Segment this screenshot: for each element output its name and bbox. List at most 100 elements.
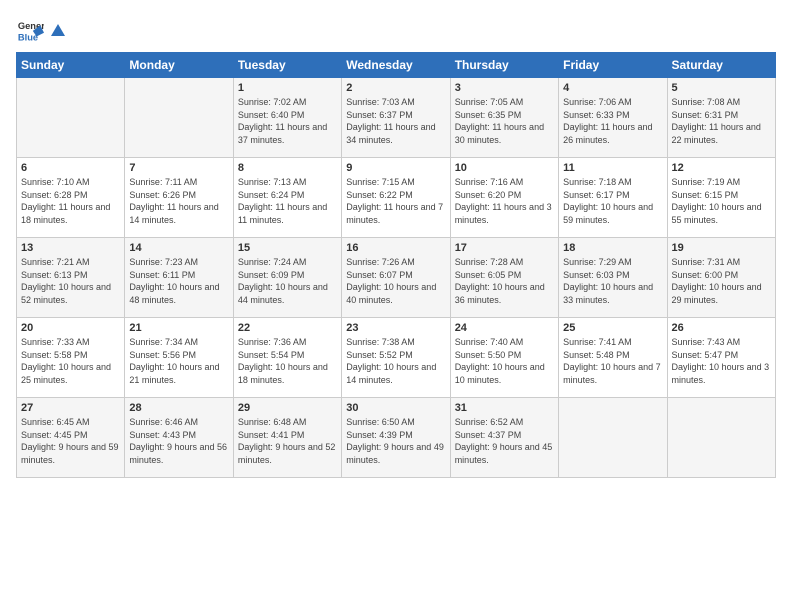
calendar-cell: 10 Sunrise: 7:16 AMSunset: 6:20 PMDayligh… <box>450 158 558 238</box>
calendar-cell <box>667 398 775 478</box>
calendar-cell: 27 Sunrise: 6:45 AMSunset: 4:45 PMDayligh… <box>17 398 125 478</box>
calendar-cell: 18 Sunrise: 7:29 AMSunset: 6:03 PMDayligh… <box>559 238 667 318</box>
calendar-cell: 12Sunrise: 7:19 AMSunset: 6:15 PMDayligh… <box>667 158 775 238</box>
day-info: Sunrise: 7:31 AMSunset: 6:00 PMDaylight:… <box>672 256 771 306</box>
calendar-cell: 5Sunrise: 7:08 AMSunset: 6:31 PMDaylight… <box>667 78 775 158</box>
calendar-cell: 28Sunrise: 6:46 AMSunset: 4:43 PMDayligh… <box>125 398 233 478</box>
day-number: 12 <box>672 162 771 174</box>
day-number: 19 <box>672 242 771 254</box>
day-info: Sunrise: 7:23 AMSunset: 6:11 PMDaylight:… <box>129 256 228 306</box>
day-number: 5 <box>672 82 771 94</box>
day-info: Sunrise: 7:41 AMSunset: 5:48 PMDaylight:… <box>563 336 662 386</box>
day-info: Sunrise: 7:15 AMSunset: 6:22 PMDaylight:… <box>346 176 445 226</box>
header-cell-wednesday: Wednesday <box>342 53 450 78</box>
day-number: 25 <box>563 322 662 334</box>
svg-text:Blue: Blue <box>18 32 38 42</box>
day-number: 20 <box>21 322 120 334</box>
header-cell-tuesday: Tuesday <box>233 53 341 78</box>
day-info: Sunrise: 7:21 AMSunset: 6:13 PMDaylight:… <box>21 256 120 306</box>
day-number: 8 <box>238 162 337 174</box>
calendar-cell: 9Sunrise: 7:15 AMSunset: 6:22 PMDaylight… <box>342 158 450 238</box>
logo-icon: General Blue <box>16 16 44 44</box>
day-info: Sunrise: 7:24 AMSunset: 6:09 PMDaylight:… <box>238 256 337 306</box>
day-info: Sunrise: 7:33 AMSunset: 5:58 PMDaylight:… <box>21 336 120 386</box>
day-info: Sunrise: 7:28 AMSunset: 6:05 PMDaylight:… <box>455 256 554 306</box>
day-info: Sunrise: 7:06 AMSunset: 6:33 PMDaylight:… <box>563 96 662 146</box>
calendar-header: SundayMondayTuesdayWednesdayThursdayFrid… <box>17 53 776 78</box>
calendar-cell: 3 Sunrise: 7:05 AMSunset: 6:35 PMDaylight… <box>450 78 558 158</box>
logo-triangle-icon <box>50 22 66 38</box>
calendar-cell: 21Sunrise: 7:34 AMSunset: 5:56 PMDayligh… <box>125 318 233 398</box>
calendar-cell: 23 Sunrise: 7:38 AMSunset: 5:52 PMDayligh… <box>342 318 450 398</box>
calendar-cell: 13Sunrise: 7:21 AMSunset: 6:13 PMDayligh… <box>17 238 125 318</box>
calendar-cell: 16Sunrise: 7:26 AMSunset: 6:07 PMDayligh… <box>342 238 450 318</box>
day-number: 4 <box>563 82 662 94</box>
day-number: 3 <box>455 82 554 94</box>
calendar-week-row: 13Sunrise: 7:21 AMSunset: 6:13 PMDayligh… <box>17 238 776 318</box>
calendar-cell: 19 Sunrise: 7:31 AMSunset: 6:00 PMDayligh… <box>667 238 775 318</box>
header-cell-monday: Monday <box>125 53 233 78</box>
calendar-cell: 11 Sunrise: 7:18 AMSunset: 6:17 PMDayligh… <box>559 158 667 238</box>
day-info: Sunrise: 7:10 AMSunset: 6:28 PMDaylight:… <box>21 176 120 226</box>
header-row: SundayMondayTuesdayWednesdayThursdayFrid… <box>17 53 776 78</box>
calendar-cell: 31Sunrise: 6:52 AMSunset: 4:37 PMDayligh… <box>450 398 558 478</box>
calendar-cell: 1 Sunrise: 7:02 AMSunset: 6:40 PMDaylight… <box>233 78 341 158</box>
day-number: 6 <box>21 162 120 174</box>
page-header: General Blue <box>16 16 776 44</box>
calendar-cell: 24Sunrise: 7:40 AMSunset: 5:50 PMDayligh… <box>450 318 558 398</box>
header-cell-sunday: Sunday <box>17 53 125 78</box>
calendar-cell: 25 Sunrise: 7:41 AMSunset: 5:48 PMDayligh… <box>559 318 667 398</box>
calendar-cell: 7Sunrise: 7:11 AMSunset: 6:26 PMDaylight… <box>125 158 233 238</box>
day-info: Sunrise: 7:43 AMSunset: 5:47 PMDaylight:… <box>672 336 771 386</box>
day-info: Sunrise: 7:05 AMSunset: 6:35 PMDaylight:… <box>455 96 554 146</box>
day-info: Sunrise: 7:16 AMSunset: 6:20 PMDaylight:… <box>455 176 554 226</box>
day-info: Sunrise: 7:40 AMSunset: 5:50 PMDaylight:… <box>455 336 554 386</box>
day-info: Sunrise: 7:03 AMSunset: 6:37 PMDaylight:… <box>346 96 445 146</box>
calendar-cell <box>17 78 125 158</box>
calendar-cell: 15 Sunrise: 7:24 AMSunset: 6:09 PMDayligh… <box>233 238 341 318</box>
header-cell-friday: Friday <box>559 53 667 78</box>
day-number: 22 <box>238 322 337 334</box>
calendar-week-row: 1 Sunrise: 7:02 AMSunset: 6:40 PMDaylight… <box>17 78 776 158</box>
day-number: 14 <box>129 242 228 254</box>
calendar-cell: 29 Sunrise: 6:48 AMSunset: 4:41 PMDayligh… <box>233 398 341 478</box>
calendar-cell: 17Sunrise: 7:28 AMSunset: 6:05 PMDayligh… <box>450 238 558 318</box>
day-number: 15 <box>238 242 337 254</box>
calendar-body: 1 Sunrise: 7:02 AMSunset: 6:40 PMDaylight… <box>17 78 776 478</box>
calendar-cell <box>125 78 233 158</box>
day-number: 29 <box>238 402 337 414</box>
day-info: Sunrise: 7:02 AMSunset: 6:40 PMDaylight:… <box>238 96 337 146</box>
day-info: Sunrise: 6:45 AMSunset: 4:45 PMDaylight:… <box>21 416 120 466</box>
day-info: Sunrise: 7:29 AMSunset: 6:03 PMDaylight:… <box>563 256 662 306</box>
calendar-cell <box>559 398 667 478</box>
logo: General Blue <box>16 16 66 44</box>
calendar-cell: 6 Sunrise: 7:10 AMSunset: 6:28 PMDaylight… <box>17 158 125 238</box>
calendar-cell: 30 Sunrise: 6:50 AMSunset: 4:39 PMDayligh… <box>342 398 450 478</box>
day-number: 18 <box>563 242 662 254</box>
day-number: 11 <box>563 162 662 174</box>
day-number: 23 <box>346 322 445 334</box>
day-number: 10 <box>455 162 554 174</box>
day-number: 1 <box>238 82 337 94</box>
day-info: Sunrise: 7:38 AMSunset: 5:52 PMDaylight:… <box>346 336 445 386</box>
calendar-cell: 2Sunrise: 7:03 AMSunset: 6:37 PMDaylight… <box>342 78 450 158</box>
calendar-cell: 22 Sunrise: 7:36 AMSunset: 5:54 PMDayligh… <box>233 318 341 398</box>
day-info: Sunrise: 7:26 AMSunset: 6:07 PMDaylight:… <box>346 256 445 306</box>
header-cell-saturday: Saturday <box>667 53 775 78</box>
header-cell-thursday: Thursday <box>450 53 558 78</box>
calendar-cell: 14 Sunrise: 7:23 AMSunset: 6:11 PMDayligh… <box>125 238 233 318</box>
day-info: Sunrise: 6:48 AMSunset: 4:41 PMDaylight:… <box>238 416 337 466</box>
calendar-table: SundayMondayTuesdayWednesdayThursdayFrid… <box>16 52 776 478</box>
calendar-week-row: 6 Sunrise: 7:10 AMSunset: 6:28 PMDaylight… <box>17 158 776 238</box>
calendar-cell: 4 Sunrise: 7:06 AMSunset: 6:33 PMDaylight… <box>559 78 667 158</box>
day-number: 21 <box>129 322 228 334</box>
day-number: 27 <box>21 402 120 414</box>
calendar-week-row: 27 Sunrise: 6:45 AMSunset: 4:45 PMDayligh… <box>17 398 776 478</box>
calendar-cell: 8Sunrise: 7:13 AMSunset: 6:24 PMDaylight… <box>233 158 341 238</box>
day-info: Sunrise: 7:18 AMSunset: 6:17 PMDaylight:… <box>563 176 662 226</box>
day-number: 30 <box>346 402 445 414</box>
day-info: Sunrise: 6:50 AMSunset: 4:39 PMDaylight:… <box>346 416 445 466</box>
day-number: 31 <box>455 402 554 414</box>
day-info: Sunrise: 7:36 AMSunset: 5:54 PMDaylight:… <box>238 336 337 386</box>
day-number: 7 <box>129 162 228 174</box>
